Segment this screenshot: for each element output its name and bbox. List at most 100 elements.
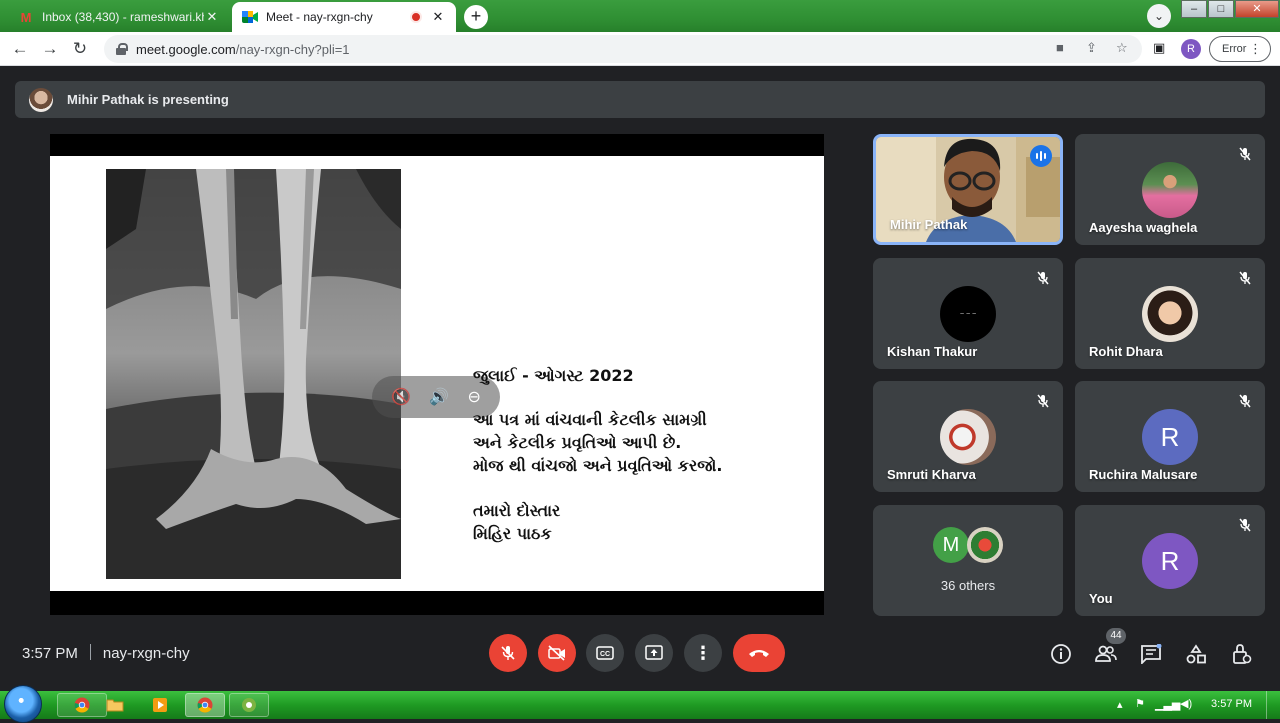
address-bar[interactable]: meet.google.com/nay-rxgn-chy?pli=1 — [104, 35, 1142, 63]
meeting-time: 3:57 PM — [22, 645, 78, 662]
hang-up-icon — [749, 650, 769, 657]
presentation-area: 🔇 🔊 ⊖ જુલાઈ - ઓગસ્ટ 2022 આ પત્ર માં વાંચ… — [50, 134, 824, 615]
tray-flag-icon[interactable]: ⚑ — [1135, 697, 1145, 710]
reload-icon[interactable]: ↻ — [68, 38, 92, 60]
slide-signoff: મિહિર પાઠક — [473, 524, 552, 543]
mic-off-icon — [1033, 268, 1053, 288]
show-desktop-button[interactable] — [1266, 691, 1280, 719]
taskbar-explorer-icon[interactable] — [95, 693, 135, 717]
recording-icon — [410, 11, 422, 23]
mic-off-icon — [1235, 515, 1255, 535]
participant-tile-aayesha-waghela[interactable]: Aayesha waghela — [1075, 134, 1265, 245]
activities-icon[interactable] — [1184, 642, 1208, 666]
camera-toggle-button[interactable] — [538, 634, 576, 672]
sidepanel-icon[interactable]: ▣ — [1153, 40, 1165, 56]
others-avatar: M — [933, 527, 969, 563]
tab-search-icon[interactable]: ⌄ — [1147, 4, 1171, 28]
tray-expand-icon[interactable]: ▴ — [1117, 698, 1123, 711]
host-controls-icon[interactable] — [1230, 642, 1254, 666]
tray-clock[interactable]: 3:57 PM — [1211, 698, 1252, 710]
participant-tile-kishan-thakur[interactable]: ~ ~ ~ Kishan Thakur — [873, 258, 1063, 369]
slide: 🔇 🔊 ⊖ જુલાઈ - ઓગસ્ટ 2022 આ પત્ર માં વાંચ… — [50, 156, 824, 591]
more-vert-icon: ⋮ — [1249, 41, 1262, 56]
close-icon[interactable]: ✕ — [204, 9, 220, 25]
network-icon[interactable]: ▁▃▅ — [1155, 698, 1180, 711]
participant-avatar: R — [1142, 533, 1198, 589]
forward-icon[interactable]: → — [38, 38, 62, 60]
taskbar-media-player-icon[interactable] — [140, 693, 180, 717]
camera-icon[interactable]: ■ — [1056, 40, 1064, 55]
participant-tile-you[interactable]: R You — [1075, 505, 1265, 616]
mute-presentation-icon[interactable]: 🔇 — [391, 387, 411, 407]
participant-avatar: ~ ~ ~ — [940, 286, 996, 342]
mic-off-icon — [1033, 391, 1053, 411]
speaking-indicator-icon — [1030, 145, 1052, 167]
captions-icon: CC — [596, 646, 614, 660]
meeting-details-icon[interactable] — [1049, 642, 1073, 666]
more-options-button[interactable]: ⋮ — [684, 634, 722, 672]
taskbar-chrome-active-icon[interactable] — [185, 693, 225, 717]
gmail-icon: M — [20, 9, 32, 25]
tab-meet[interactable]: Meet - nay-rxgn-chy ✕ — [232, 2, 456, 32]
others-tile[interactable]: M 36 others — [873, 505, 1063, 616]
back-icon[interactable]: ← — [8, 38, 32, 60]
close-window-icon[interactable]: ✕ — [1235, 0, 1279, 18]
participant-name: Rohit Dhara — [1089, 344, 1163, 359]
participant-name: Kishan Thakur — [887, 344, 978, 359]
camera-off-icon — [548, 645, 565, 661]
participant-avatar: R — [1142, 409, 1198, 465]
leave-call-button[interactable] — [733, 634, 785, 672]
presenter-avatar — [29, 87, 53, 112]
captions-button[interactable]: CC — [586, 634, 624, 672]
mic-toggle-button[interactable] — [489, 634, 527, 672]
slide-text: જુલાઈ - ઓગસ્ટ 2022 આ પત્ર માં વાંચવાની ક… — [473, 366, 722, 545]
mic-off-icon — [1235, 268, 1255, 288]
bookmark-star-icon[interactable]: ☆ — [1116, 40, 1128, 56]
participant-tile-mihir-pathak[interactable]: Mihir Pathak — [873, 134, 1063, 245]
tab-gmail[interactable]: M Inbox (38,430) - rameshwari.khar ✕ — [8, 2, 230, 32]
participant-name: You — [1089, 591, 1113, 606]
participant-avatar — [940, 409, 996, 465]
profile-avatar[interactable]: R — [1181, 39, 1201, 59]
others-label: 36 others — [940, 578, 996, 593]
mic-off-icon — [1235, 144, 1255, 164]
windows-start-icon[interactable] — [4, 685, 42, 723]
slide-line: મોજ થી વાંચજો અને પ્રવૃતિઓ કરજો. — [473, 456, 723, 475]
lock-icon — [116, 43, 128, 55]
maximize-icon[interactable]: □ — [1208, 0, 1234, 18]
present-screen-icon — [645, 645, 663, 660]
participant-tile-smruti-kharva[interactable]: Smruti Kharva — [873, 381, 1063, 492]
present-button[interactable] — [635, 634, 673, 672]
new-tab-button[interactable]: + — [464, 5, 488, 29]
volume-tray-icon[interactable]: ◀) — [1180, 697, 1192, 710]
participant-tile-rohit-dhara[interactable]: Rohit Dhara — [1075, 258, 1265, 369]
error-button[interactable]: Error ⋮ — [1209, 36, 1271, 62]
browser-tab-strip: M Inbox (38,430) - rameshwari.khar ✕ Mee… — [0, 0, 1280, 32]
people-icon[interactable] — [1094, 642, 1118, 666]
mic-off-icon — [1235, 391, 1255, 411]
participant-tile-ruchira-malusare[interactable]: R Ruchira Malusare — [1075, 381, 1265, 492]
meet-icon — [242, 9, 258, 25]
participant-avatar — [1142, 162, 1198, 218]
meeting-controls-bar: 3:57 PM nay-rxgn-chy CC ⋮ 44 — [0, 628, 1280, 690]
presenting-banner: Mihir Pathak is presenting — [15, 81, 1265, 118]
browser-toolbar: ← → ↻ meet.google.com/nay-rxgn-chy?pli=1… — [0, 32, 1280, 66]
participant-name: Mihir Pathak — [890, 217, 968, 232]
window-controls: – □ ✕ — [1180, 0, 1279, 20]
mic-off-icon — [501, 646, 515, 660]
slide-signoff: તમારો દોસ્તાર — [473, 501, 561, 520]
share-icon[interactable]: ⇪ — [1086, 40, 1097, 56]
error-label: Error — [1222, 43, 1247, 55]
taskbar-app-icon[interactable] — [229, 693, 269, 717]
slide-heading: જુલાઈ - ઓગસ્ટ 2022 — [473, 366, 634, 385]
close-icon[interactable]: ✕ — [430, 9, 446, 25]
presenter-text: Mihir Pathak is presenting — [67, 92, 229, 107]
system-tray: ▴ ⚑ ▁▃▅ ◀) 3:57 PM — [1105, 691, 1280, 719]
slide-line: અને કેટલીક પ્રવૃતિઓ આપી છે. — [473, 433, 682, 452]
tab-title: Inbox (38,430) - rameshwari.khar — [42, 10, 204, 24]
minimize-icon[interactable]: – — [1181, 0, 1207, 18]
participant-name: Smruti Kharva — [887, 467, 976, 482]
volume-icon[interactable]: 🔊 — [429, 387, 449, 407]
tree-photo — [106, 169, 401, 579]
chat-icon[interactable] — [1139, 642, 1163, 666]
